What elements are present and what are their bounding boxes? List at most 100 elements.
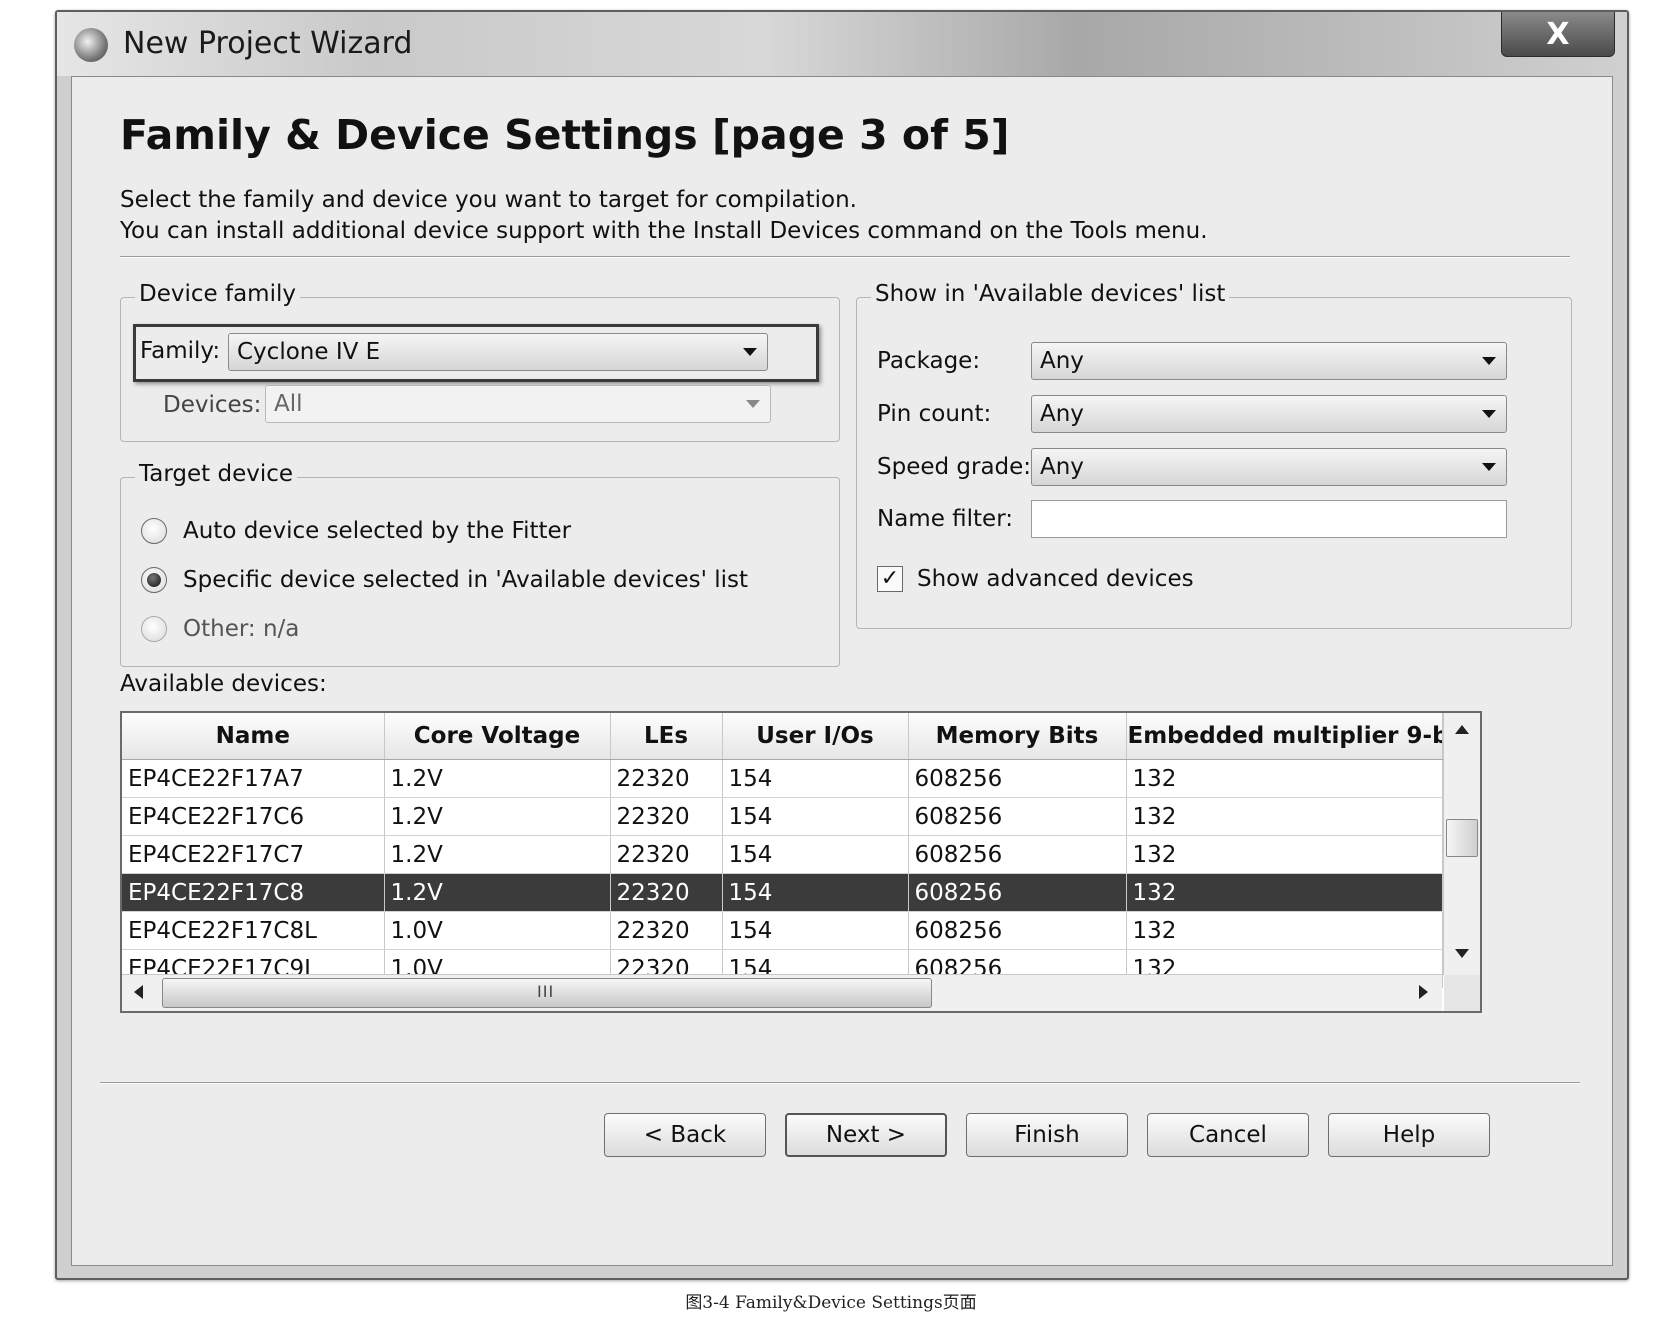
vertical-scroll-thumb[interactable] <box>1446 819 1478 857</box>
wizard-page: Family & Device Settings [page 3 of 5] S… <box>71 76 1613 1266</box>
cell-user-ios: 154 <box>722 797 909 836</box>
cell-name: EP4CE22F17C8 <box>122 873 385 912</box>
column-header-name[interactable]: Name <box>122 713 385 760</box>
cell-les: 22320 <box>610 759 723 798</box>
target-device-group-label: Target device <box>135 461 298 487</box>
speed-grade-label: Speed grade: <box>877 454 1032 480</box>
cell-embedded-multiplier: 132 <box>1126 759 1443 798</box>
header-divider <box>120 256 1570 258</box>
column-header-core-voltage[interactable]: Core Voltage <box>384 713 611 760</box>
horizontal-scrollbar[interactable]: III <box>122 974 1442 1011</box>
title-bar[interactable]: New Project Wizard X <box>57 12 1627 76</box>
cell-core-voltage: 1.2V <box>384 759 611 798</box>
new-project-wizard-window: New Project Wizard X Family & Device Set… <box>55 10 1629 1280</box>
column-header-user-ios[interactable]: User I/Os <box>722 713 909 760</box>
cell-name: EP4CE22F17C6 <box>122 797 385 836</box>
cell-memory-bits: 608256 <box>908 759 1127 798</box>
back-button[interactable]: < Back <box>604 1113 766 1157</box>
scroll-down-icon[interactable] <box>1455 949 1469 958</box>
column-header-memory-bits[interactable]: Memory Bits <box>908 713 1127 760</box>
cell-embedded-multiplier: 132 <box>1126 835 1443 874</box>
show-advanced-label[interactable]: Show advanced devices <box>917 566 1194 592</box>
cell-les: 22320 <box>610 911 723 950</box>
cell-name: EP4CE22F17C8L <box>122 911 385 950</box>
page-title: Family & Device Settings [page 3 of 5] <box>120 111 1010 159</box>
package-label: Package: <box>877 348 981 374</box>
cancel-button[interactable]: Cancel <box>1147 1113 1309 1157</box>
cell-les: 22320 <box>610 873 723 912</box>
device-family-group-label: Device family <box>135 281 300 307</box>
family-highlight-box: Family: Cyclone IV E <box>133 324 819 382</box>
cell-user-ios: 154 <box>722 911 909 950</box>
radio-specific-device-label[interactable]: Specific device selected in 'Available d… <box>183 567 748 593</box>
show-advanced-checkbox[interactable]: ✓ <box>877 566 903 592</box>
cell-core-voltage: 1.2V <box>384 797 611 836</box>
cell-embedded-multiplier: 132 <box>1126 797 1443 836</box>
package-dropdown-value: Any <box>1040 348 1084 374</box>
chevron-down-icon <box>746 400 760 408</box>
scrollbar-corner <box>1444 975 1480 1011</box>
cell-embedded-multiplier: 132 <box>1126 911 1443 950</box>
cell-les: 22320 <box>610 835 723 874</box>
cell-memory-bits: 608256 <box>908 835 1127 874</box>
devices-dropdown[interactable]: All <box>265 385 771 423</box>
table-row[interactable]: EP4CE22F17C7 1.2V 22320 154 608256 132 <box>122 835 1443 874</box>
cell-memory-bits: 608256 <box>908 911 1127 950</box>
chevron-down-icon <box>1482 357 1496 365</box>
pin-count-dropdown-value: Any <box>1040 401 1084 427</box>
scroll-left-icon[interactable] <box>134 985 143 999</box>
package-dropdown[interactable]: Any <box>1031 342 1507 380</box>
radio-other-device[interactable] <box>141 616 167 642</box>
family-dropdown[interactable]: Cyclone IV E <box>228 333 768 371</box>
target-device-group: Target device Auto device selected by th… <box>120 461 840 667</box>
cell-user-ios: 154 <box>722 759 909 798</box>
vertical-scrollbar[interactable] <box>1443 713 1480 975</box>
description-line-2: You can install additional device suppor… <box>120 218 1208 244</box>
radio-specific-device[interactable] <box>141 567 167 593</box>
chevron-down-icon <box>743 348 757 356</box>
family-dropdown-value: Cyclone IV E <box>237 339 381 365</box>
next-button[interactable]: Next > <box>785 1113 947 1157</box>
name-filter-label: Name filter: <box>877 506 1014 532</box>
scroll-grip-icon: III <box>537 982 555 1001</box>
pin-count-label: Pin count: <box>877 401 992 427</box>
chevron-down-icon <box>1482 410 1496 418</box>
cell-core-voltage: 1.0V <box>384 911 611 950</box>
family-label: Family: <box>140 338 221 364</box>
table-row[interactable]: EP4CE22F17C8L 1.0V 22320 154 608256 132 <box>122 911 1443 950</box>
horizontal-scroll-thumb[interactable]: III <box>162 978 932 1008</box>
cell-core-voltage: 1.2V <box>384 873 611 912</box>
cell-name: EP4CE22F17C7 <box>122 835 385 874</box>
close-button[interactable]: X <box>1501 12 1615 57</box>
filter-group-label: Show in 'Available devices' list <box>871 281 1230 307</box>
cell-embedded-multiplier: 132 <box>1126 873 1443 912</box>
radio-auto-device[interactable] <box>141 518 167 544</box>
available-devices-label: Available devices: <box>120 671 327 697</box>
pin-count-dropdown[interactable]: Any <box>1031 395 1507 433</box>
page-description: Select the family and device you want to… <box>120 185 1208 247</box>
column-header-embedded-multiplier[interactable]: Embedded multiplier 9-b <box>1126 713 1443 760</box>
description-line-1: Select the family and device you want to… <box>120 187 857 213</box>
column-header-les[interactable]: LEs <box>610 713 723 760</box>
devices-label: Devices: <box>163 392 262 418</box>
radio-other-device-label: Other: n/a <box>183 616 300 642</box>
cell-core-voltage: 1.2V <box>384 835 611 874</box>
table-row[interactable]: EP4CE22F17C6 1.2V 22320 154 608256 132 <box>122 797 1443 836</box>
available-devices-table: Name Core Voltage LEs User I/Os Memory B… <box>120 711 1482 1013</box>
devices-grid: Name Core Voltage LEs User I/Os Memory B… <box>122 713 1443 988</box>
table-row[interactable]: EP4CE22F17A7 1.2V 22320 154 608256 132 <box>122 759 1443 798</box>
figure-caption: 图3-4 Family&Device Settings页面 <box>685 1293 977 1313</box>
speed-grade-dropdown[interactable]: Any <box>1031 448 1507 486</box>
table-row-selected[interactable]: EP4CE22F17C8 1.2V 22320 154 608256 132 <box>122 873 1443 912</box>
scroll-up-icon[interactable] <box>1455 725 1469 734</box>
filter-group: Show in 'Available devices' list Package… <box>856 281 1572 629</box>
cell-les: 22320 <box>610 797 723 836</box>
name-filter-input[interactable] <box>1031 500 1507 538</box>
help-button[interactable]: Help <box>1328 1113 1490 1157</box>
cell-name: EP4CE22F17A7 <box>122 759 385 798</box>
chevron-down-icon <box>1482 463 1496 471</box>
radio-auto-device-label[interactable]: Auto device selected by the Fitter <box>183 518 571 544</box>
table-header-row: Name Core Voltage LEs User I/Os Memory B… <box>122 713 1443 760</box>
scroll-right-icon[interactable] <box>1419 985 1428 999</box>
finish-button[interactable]: Finish <box>966 1113 1128 1157</box>
